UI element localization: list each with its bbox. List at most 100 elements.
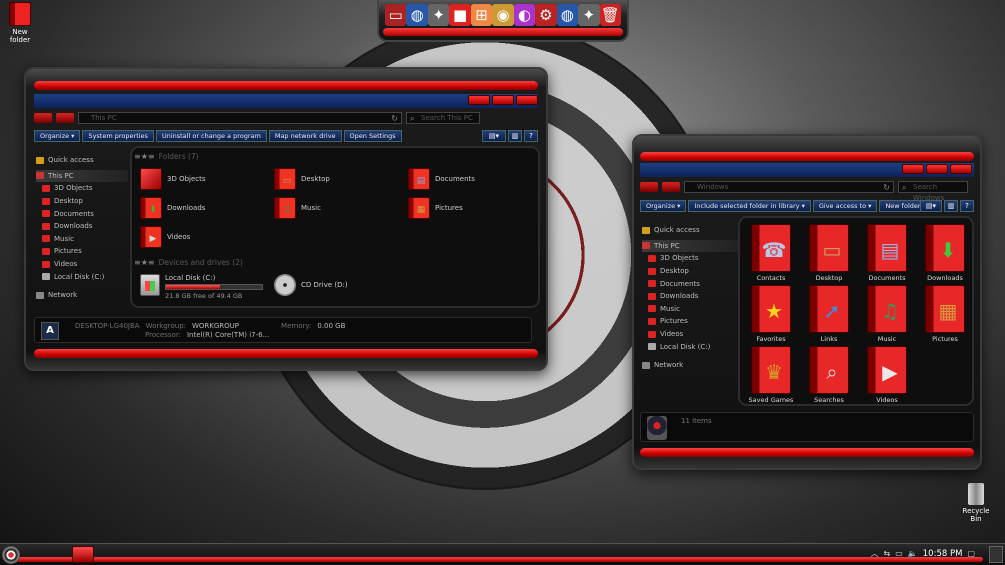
preview-pane-button[interactable]: ▥ (944, 200, 958, 212)
start-button[interactable] (2, 546, 20, 564)
taskbar-explorer-button[interactable] (72, 546, 94, 563)
nav-item[interactable]: Pictures (642, 315, 738, 328)
trash-icon[interactable]: 🗑 (599, 4, 621, 26)
nav-item[interactable]: Documents (36, 207, 128, 220)
nav-item[interactable]: Quick access (642, 224, 738, 237)
close-button[interactable] (516, 95, 538, 105)
library-item[interactable]: ⌕ Searches (804, 346, 854, 404)
command-button[interactable]: System properties (82, 130, 154, 142)
library-item[interactable]: ▶ Videos (862, 346, 912, 404)
maximize-button[interactable] (492, 95, 514, 105)
refresh-icon[interactable]: ↻ (883, 182, 890, 193)
folder-tile[interactable]: 3D Objects (140, 168, 206, 190)
library-overlay-icon: ♛ (765, 360, 783, 384)
nav-item[interactable]: 3D Objects (36, 182, 128, 195)
nav-item[interactable]: Network (36, 289, 128, 302)
drive-local-disk[interactable]: Local Disk (C:) 21.8 GB free of 49.4 GB (140, 274, 263, 300)
nav-item[interactable]: This PC (642, 239, 738, 253)
sparkle-icon[interactable]: ✦ (427, 4, 450, 26)
forward-button[interactable] (56, 113, 74, 123)
nav-item[interactable]: Downloads (36, 220, 128, 233)
tray-chevron-icon[interactable]: ︿ (871, 548, 879, 559)
view-options-button[interactable]: ▤▾ (482, 130, 506, 142)
nav-item[interactable]: This PC (36, 169, 128, 183)
maximize-button[interactable] (926, 164, 948, 174)
settings-icon[interactable]: ⚙ (535, 4, 557, 26)
command-button[interactable]: Open Settings (343, 130, 402, 142)
nav-item[interactable]: Pictures (36, 245, 128, 258)
folder-label: Desktop (301, 175, 330, 183)
nav-item[interactable]: Quick access (36, 154, 128, 167)
nav-item[interactable]: Documents (642, 277, 738, 290)
nav-item[interactable]: Music (642, 303, 738, 316)
tray-monitor-icon[interactable]: ▭ (895, 549, 903, 558)
folder-tile[interactable]: ▶ Videos (140, 226, 190, 248)
folder-tile[interactable]: ♫ Music (274, 197, 321, 219)
folder-tile[interactable]: ▭ Desktop (274, 168, 330, 190)
clock[interactable]: 10:58 PM (923, 549, 963, 559)
drive-cd[interactable]: CD Drive (D:) (274, 274, 348, 296)
nav-item[interactable]: Desktop (36, 195, 128, 208)
command-button[interactable]: Give access to ▾ (812, 200, 878, 212)
command-button[interactable]: Organize ▾ (640, 200, 687, 212)
nav-item[interactable]: Videos (36, 258, 128, 271)
red-app-icon[interactable]: ■ (449, 4, 471, 26)
address-bar[interactable]: This PC ↻ (78, 112, 402, 124)
command-button[interactable]: Organize ▾ (34, 130, 81, 142)
view-options-button[interactable]: ▤▾ (920, 200, 942, 212)
command-button[interactable]: Uninstall or change a program (155, 130, 267, 142)
library-item[interactable]: ▤ Documents (862, 224, 912, 282)
refresh-icon[interactable]: ↻ (391, 113, 398, 124)
library-item[interactable]: ★ Favorites (746, 285, 796, 343)
library-folder-icon: ▭ (809, 224, 849, 272)
nav-item[interactable]: Network (642, 359, 738, 372)
folder-tile[interactable]: ▦ Pictures (408, 197, 463, 219)
computer-icon[interactable]: ▭ (385, 4, 407, 26)
nav-item[interactable]: Local Disk (C:) (642, 340, 738, 353)
this-pc-window[interactable]: This PC ↻ ⌕ Search This PC Organize ▾ Sys… (24, 67, 548, 371)
library-item[interactable]: ♫ Music (862, 285, 912, 343)
desktop-icon-new-folder[interactable]: New folder (2, 2, 38, 44)
cd-drive-icon (274, 274, 296, 296)
nav-item[interactable]: Desktop (642, 265, 738, 278)
show-desktop-button[interactable] (989, 546, 1003, 563)
tray-volume-icon[interactable]: 🔈 (908, 549, 918, 558)
library-item[interactable]: ➚ Links (804, 285, 854, 343)
library-item[interactable]: ▭ Desktop (804, 224, 854, 282)
close-button[interactable] (950, 164, 972, 174)
forward-button[interactable] (662, 182, 680, 192)
back-button[interactable] (34, 113, 52, 123)
back-button[interactable] (640, 182, 658, 192)
address-bar[interactable]: Windows ↻ (684, 181, 894, 193)
tray-network-icon[interactable]: ⇆ (884, 549, 891, 558)
nav-item[interactable]: Local Disk (C:) (36, 270, 128, 283)
nav-item[interactable]: 3D Objects (642, 252, 738, 265)
library-item[interactable]: ⬇ Downloads (920, 224, 970, 282)
library-window[interactable]: Windows ↻ ⌕ Search Windows Organize ▾ Inc… (632, 134, 982, 470)
globe-icon[interactable]: ◍ (556, 4, 579, 26)
folder-tile[interactable]: ▤ Documents (408, 168, 475, 190)
folder-tile[interactable]: ⬇ Downloads (140, 197, 205, 219)
nav-item[interactable]: Music (36, 233, 128, 246)
desktop-icon-recycle-bin[interactable]: Recycle Bin (956, 483, 996, 523)
minimize-button[interactable] (902, 164, 924, 174)
windows-logo-icon[interactable]: ⊞ (470, 4, 493, 26)
library-item[interactable]: ♛ Saved Games (746, 346, 796, 404)
preview-pane-button[interactable]: ▥ (508, 130, 522, 142)
chrome-icon[interactable]: ◉ (492, 4, 514, 26)
nav-item[interactable]: Videos (642, 328, 738, 341)
search-input[interactable]: ⌕ Search Windows (898, 181, 968, 202)
nav-item[interactable]: Downloads (642, 290, 738, 303)
notifications-icon[interactable]: ▢ (967, 549, 975, 558)
rainbow-icon[interactable]: ◐ (513, 4, 536, 26)
library-item[interactable]: ▦ Pictures (920, 285, 970, 343)
library-item[interactable]: ☎ Contacts (746, 224, 796, 282)
command-button[interactable]: Map network drive (268, 130, 342, 142)
help-button[interactable]: ? (524, 130, 538, 142)
help-button[interactable]: ? (960, 200, 974, 212)
search-input[interactable]: ⌕ Search This PC (406, 112, 480, 124)
minimize-button[interactable] (468, 95, 490, 105)
sparkle-icon[interactable]: ✦ (578, 4, 600, 26)
globe-icon[interactable]: ◍ (406, 4, 428, 26)
command-button[interactable]: Include selected folder in library ▾ (688, 200, 811, 212)
